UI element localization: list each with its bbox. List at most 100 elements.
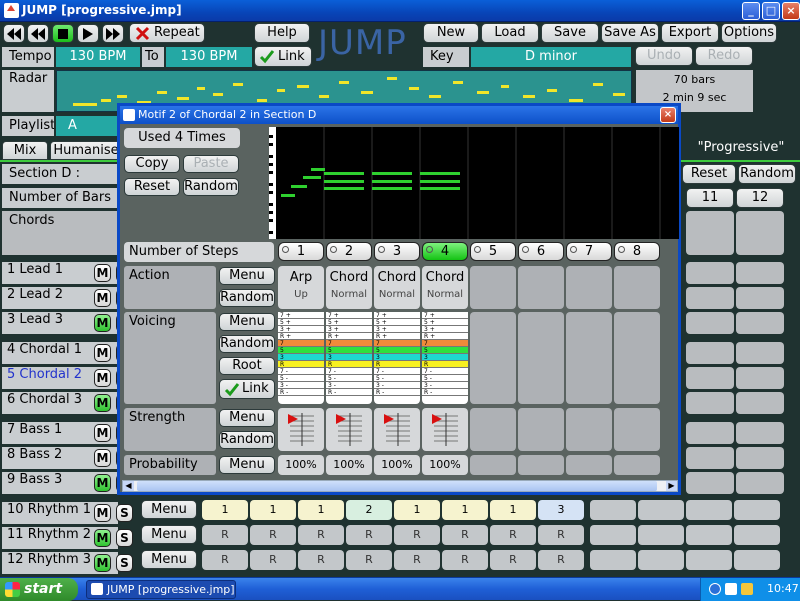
mute-button[interactable]: M [94, 264, 111, 282]
motif-random-button[interactable]: Random [183, 178, 239, 196]
horizontal-scrollbar[interactable]: ◀ ▶ [122, 480, 678, 492]
help-button[interactable]: Help [254, 23, 310, 43]
rhythm-cell[interactable]: R [298, 525, 344, 545]
rhythm-cell-empty[interactable] [638, 550, 684, 570]
action-random-button[interactable]: Random [219, 289, 275, 307]
probability-cell[interactable] [518, 455, 564, 475]
voicing-cell[interactable]: 7 +5 +3 + R +7 5 3 R 7 -5 -3 -R - [326, 312, 372, 404]
repeat-button[interactable]: Repeat [129, 23, 205, 43]
minimize-button[interactable]: _ [742, 2, 760, 20]
solo-button[interactable]: S [116, 529, 133, 547]
action-cell[interactable]: Chord Normal [326, 266, 372, 309]
rhythm-cell[interactable]: R [394, 525, 440, 545]
voicing-menu-button[interactable]: Menu [219, 313, 275, 331]
track-cell[interactable] [736, 312, 784, 334]
rhythm-cell[interactable]: R [298, 550, 344, 570]
track-cell[interactable] [686, 312, 734, 334]
probability-cell[interactable] [566, 455, 612, 475]
rhythm-cell-empty[interactable] [590, 500, 636, 520]
strength-menu-button[interactable]: Menu [219, 409, 275, 427]
rhythm-cell[interactable]: 2 [346, 500, 392, 520]
taskbar-item-jump[interactable]: JUMP [progressive.jmp] [86, 580, 236, 599]
action-cell[interactable] [518, 266, 564, 309]
action-cell[interactable] [566, 266, 612, 309]
voicing-cell[interactable]: 7 +5 +3 + R +7 5 3 R 7 -5 -3 -R - [278, 312, 324, 404]
paste-button[interactable]: Paste [183, 155, 239, 173]
piano-roll[interactable] [269, 127, 679, 239]
strength-cell[interactable] [374, 408, 420, 451]
stop-button[interactable] [52, 24, 74, 43]
action-cell[interactable]: Chord Normal [422, 266, 468, 309]
maximize-button[interactable]: □ [762, 2, 780, 20]
track-cell[interactable] [686, 287, 734, 309]
tab-mix[interactable]: Mix [2, 141, 48, 160]
rhythm-cell[interactable]: 1 [394, 500, 440, 520]
bar-11-button[interactable]: 11 [686, 188, 734, 208]
key-field[interactable]: D minor [471, 47, 631, 67]
mute-button[interactable]: M [94, 369, 111, 387]
probability-cell[interactable]: 100% [278, 455, 324, 475]
rhythm-cell[interactable]: R [442, 550, 488, 570]
voicing-cell[interactable] [566, 312, 612, 404]
rhythm-cell-empty[interactable] [734, 525, 780, 545]
probability-cell[interactable]: 100% [374, 455, 420, 475]
track-cell[interactable] [736, 472, 784, 494]
skip-back-button[interactable] [3, 24, 25, 43]
voicing-cell[interactable] [470, 312, 516, 404]
voicing-cell[interactable] [518, 312, 564, 404]
rhythm-cell[interactable]: 1 [442, 500, 488, 520]
track-cell[interactable] [736, 342, 784, 364]
options-button[interactable]: Options [721, 23, 777, 43]
playlist-field[interactable]: A [56, 116, 120, 136]
rhythm-cell[interactable]: R [442, 525, 488, 545]
strength-cell[interactable] [326, 408, 372, 451]
section-random-button[interactable]: Random [738, 164, 796, 184]
rhythm-cell-empty[interactable] [686, 525, 732, 545]
voicing-link-button[interactable]: Link [219, 379, 275, 399]
section-reset-button[interactable]: Reset [682, 164, 736, 184]
scrollbar-thumb[interactable] [137, 481, 657, 491]
mute-button[interactable]: M [94, 474, 111, 492]
tempo-from-field[interactable]: 130 BPM [56, 47, 140, 67]
strength-random-button[interactable]: Random [219, 431, 275, 449]
rhythm-cell[interactable]: 1 [250, 500, 296, 520]
step-button-3[interactable]: 3 [374, 242, 420, 261]
step-button-8[interactable]: 8 [614, 242, 660, 261]
rhythm-cell[interactable]: 1 [490, 500, 536, 520]
rhythm-cell[interactable]: 3 [538, 500, 584, 520]
rhythm-cell-empty[interactable] [590, 525, 636, 545]
track-cell[interactable] [686, 392, 734, 414]
save-button[interactable]: Save [541, 23, 599, 43]
step-button-2[interactable]: 2 [326, 242, 372, 261]
rhythm-cell[interactable]: R [346, 525, 392, 545]
track-cell[interactable] [686, 262, 734, 284]
strength-cell[interactable] [518, 408, 564, 451]
mute-button[interactable]: M [94, 394, 111, 412]
rhythm1-menu-button[interactable]: Menu [141, 500, 197, 519]
rhythm-cell-empty[interactable] [734, 550, 780, 570]
step-button-1[interactable]: 1 [278, 242, 324, 261]
strength-cell[interactable] [278, 408, 324, 451]
rhythm-cell[interactable]: R [538, 550, 584, 570]
scroll-left-icon[interactable]: ◀ [123, 481, 134, 491]
track-cell[interactable] [736, 447, 784, 469]
solo-button[interactable]: S [116, 554, 133, 572]
voicing-root-button[interactable]: Root [219, 357, 275, 375]
chord-cell[interactable] [736, 211, 784, 255]
export-button[interactable]: Export [661, 23, 719, 43]
voicing-cell[interactable]: 7 +5 +3 + R +7 5 3 R 7 -5 -3 -R - [422, 312, 468, 404]
rhythm3-menu-button[interactable]: Menu [141, 550, 197, 569]
dialog-close-button[interactable]: × [660, 107, 676, 123]
start-button[interactable]: start [0, 578, 78, 601]
mute-button[interactable]: M [94, 424, 111, 442]
strength-cell[interactable] [470, 408, 516, 451]
rhythm-cell[interactable]: R [250, 550, 296, 570]
rhythm-cell[interactable]: R [538, 525, 584, 545]
probability-cell[interactable] [614, 455, 660, 475]
rhythm-cell[interactable]: R [490, 525, 536, 545]
action-cell[interactable] [470, 266, 516, 309]
rhythm-cell[interactable]: R [346, 550, 392, 570]
rhythm-cell-empty[interactable] [686, 500, 732, 520]
tab-humanise[interactable]: Humanise [50, 141, 122, 160]
motif-reset-button[interactable]: Reset [124, 178, 180, 196]
